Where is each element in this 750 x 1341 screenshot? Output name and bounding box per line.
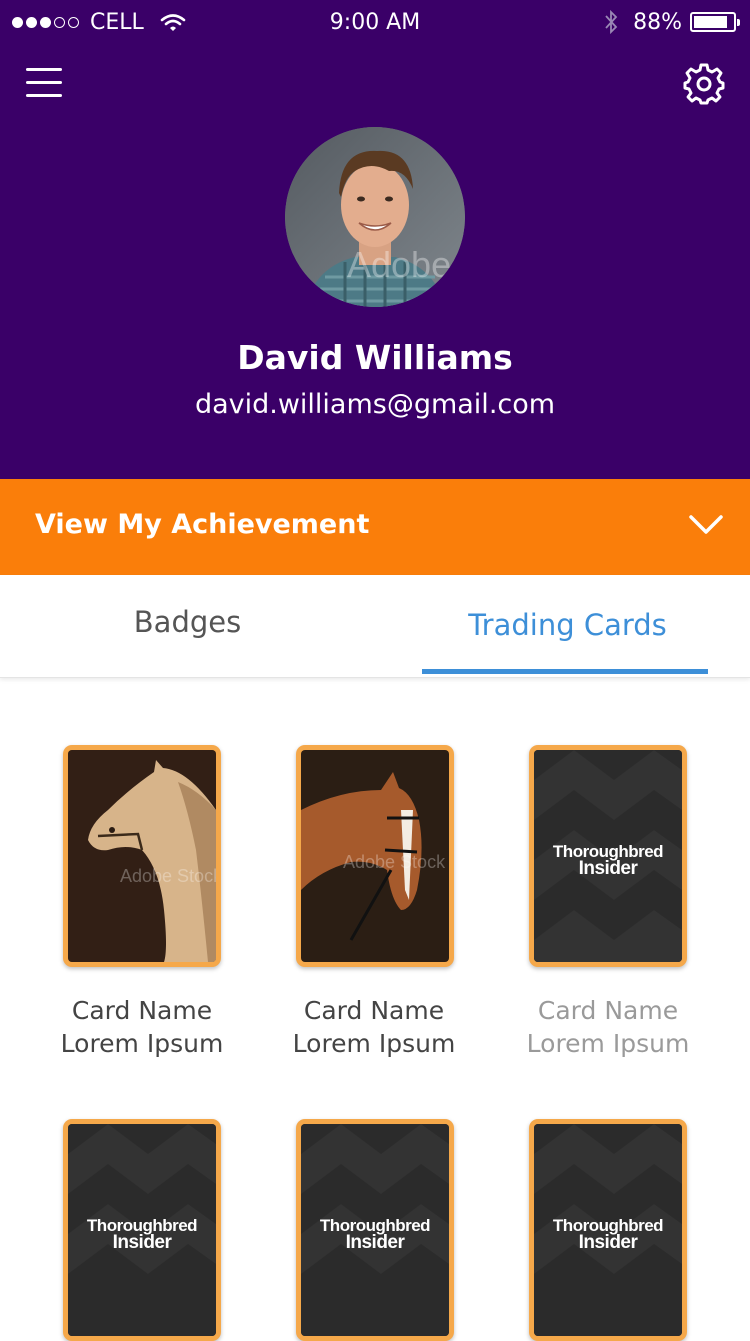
- card-image: Adobe Stock: [301, 750, 449, 962]
- achievement-label: View My Achievement: [35, 509, 370, 540]
- card-subtitle: Lorem Ipsum: [292, 1029, 456, 1058]
- card-caption: Card Name Lorem Ipsum: [257, 994, 491, 1060]
- tab-badges[interactable]: Badges: [0, 605, 375, 639]
- battery-icon: [690, 12, 740, 32]
- profile-email: david.williams@gmail.com: [194, 389, 556, 420]
- chevron-down-icon: [689, 515, 723, 534]
- battery-percent: 88%: [633, 9, 682, 35]
- profile-header: CELL 9:00 AM 88% Adobe David Williams da…: [0, 0, 750, 479]
- card-image: Thoroughbred Insider: [534, 750, 682, 962]
- trading-card[interactable]: Thoroughbred Insider: [296, 1119, 454, 1341]
- trading-card[interactable]: Thoroughbred Insider: [63, 1119, 221, 1341]
- trading-card[interactable]: Thoroughbred Insider: [529, 1119, 687, 1341]
- card-name: Card Name: [303, 996, 445, 1025]
- card-subtitle: Lorem Ipsum: [60, 1029, 224, 1058]
- logo-text-line2: Insider: [345, 1232, 405, 1253]
- card-image: Thoroughbred Insider: [68, 1124, 216, 1336]
- avatar-watermark: Adobe: [347, 244, 451, 285]
- battery-nub: [737, 19, 740, 26]
- avatar: Adobe: [285, 127, 465, 307]
- bluetooth-icon: [605, 9, 618, 35]
- gear-icon[interactable]: [683, 63, 725, 105]
- trading-card[interactable]: Adobe Stock: [296, 745, 454, 967]
- card-watermark: Adobe Stock: [120, 866, 216, 886]
- trading-card[interactable]: Adobe Stock: [63, 745, 221, 967]
- hamburger-menu-icon[interactable]: [26, 68, 62, 100]
- status-bar: CELL 9:00 AM 88%: [0, 0, 750, 46]
- chestnut-horse-image: Adobe Stock: [301, 750, 449, 962]
- card-name: Card Name: [537, 996, 679, 1025]
- avatar-photo: Adobe: [285, 127, 465, 307]
- logo-text-line2: Insider: [578, 858, 638, 879]
- card-subtitle: Lorem Ipsum: [526, 1029, 690, 1058]
- trading-card[interactable]: Thoroughbred Insider: [529, 745, 687, 967]
- battery-fill: [694, 16, 728, 28]
- active-tab-indicator: [422, 669, 708, 674]
- card-image: Thoroughbred Insider: [534, 1124, 682, 1336]
- card-caption: Card Name Lorem Ipsum: [25, 994, 259, 1060]
- view-achievement-bar[interactable]: View My Achievement: [0, 479, 750, 575]
- status-right: 88%: [603, 9, 740, 35]
- logo-text-line2: Insider: [112, 1232, 172, 1253]
- tab-trading-cards[interactable]: Trading Cards: [375, 608, 750, 642]
- card-name: Card Name: [71, 996, 213, 1025]
- tab-bar: Badges Trading Cards: [0, 575, 750, 678]
- palomino-horse-image: Adobe Stock: [68, 750, 216, 962]
- card-watermark: Adobe Stock: [343, 852, 446, 872]
- card-image: Adobe Stock: [68, 750, 216, 962]
- card-caption: Card Name Lorem Ipsum: [491, 994, 725, 1060]
- logo-text-line2: Insider: [578, 1232, 638, 1253]
- card-image: Thoroughbred Insider: [301, 1124, 449, 1336]
- profile-name: David Williams: [237, 338, 513, 377]
